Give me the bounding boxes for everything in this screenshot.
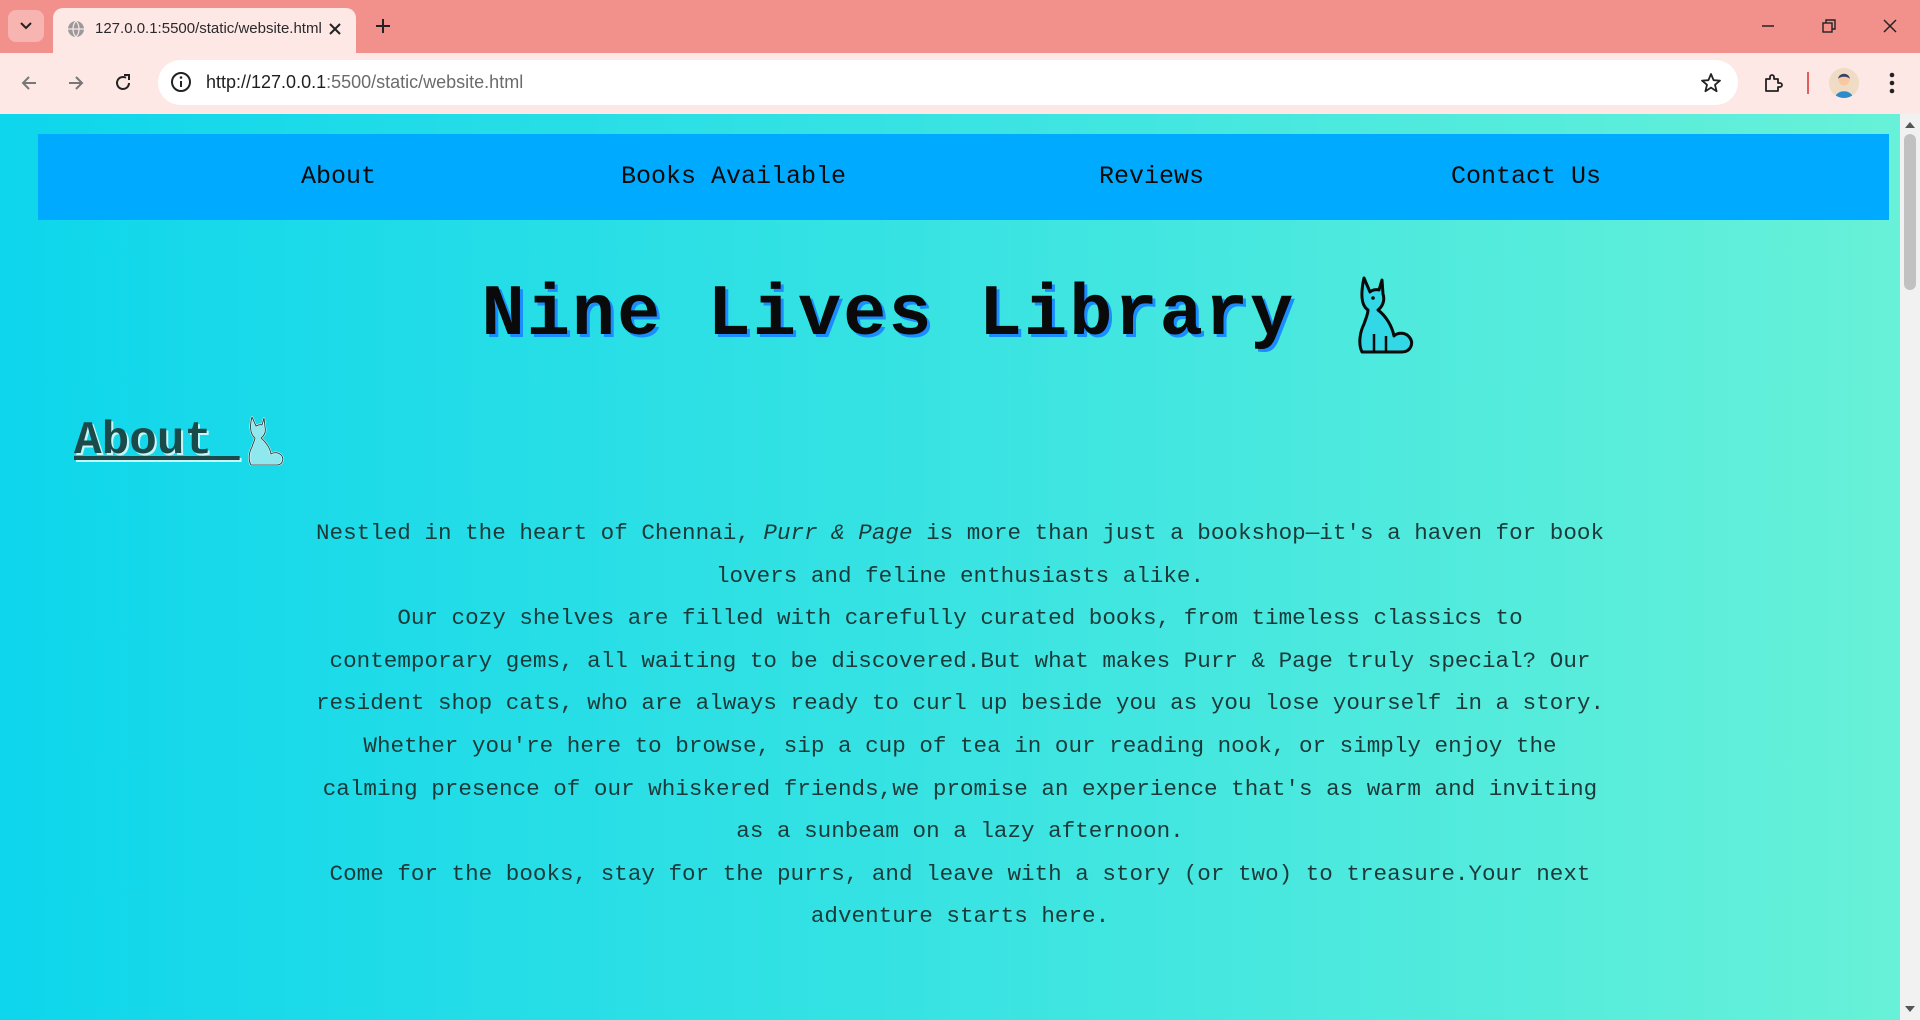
about-paragraph-3: Whether you're here to browse, sip a cup… xyxy=(322,732,1598,845)
minimize-icon xyxy=(1762,25,1774,27)
url-path: :5500/static/website.html xyxy=(326,72,524,92)
chevron-down-icon xyxy=(20,22,32,30)
page-viewport: About Books Available Reviews Contact Us… xyxy=(0,114,1900,1020)
restore-icon xyxy=(1822,19,1836,33)
puzzle-icon xyxy=(1765,74,1783,92)
about-heading-text: About xyxy=(74,415,213,468)
tab-search-button[interactable] xyxy=(8,10,44,42)
toolbar-divider xyxy=(1807,72,1809,94)
browser-menu-button[interactable] xyxy=(1874,65,1910,101)
scroll-up-arrow-icon[interactable] xyxy=(1904,118,1916,130)
close-window-button[interactable] xyxy=(1868,10,1912,42)
address-bar[interactable]: http://127.0.0.1:5500/static/website.htm… xyxy=(158,60,1738,105)
minimize-button[interactable] xyxy=(1746,10,1790,42)
globe-icon xyxy=(67,20,85,38)
bookmark-star-icon[interactable] xyxy=(1698,70,1724,96)
nav-link-books-available[interactable]: Books Available xyxy=(621,162,846,191)
close-tab-icon[interactable] xyxy=(326,20,344,38)
cat-icon xyxy=(247,416,284,466)
url-text[interactable]: http://127.0.0.1:5500/static/website.htm… xyxy=(206,72,523,93)
kebab-menu-icon xyxy=(1889,72,1895,94)
site-navigation: About Books Available Reviews Contact Us xyxy=(38,134,1889,220)
browser-tab-bar: 127.0.0.1:5500/static/website.html xyxy=(0,0,1920,53)
profile-avatar[interactable] xyxy=(1829,68,1859,98)
restore-button[interactable] xyxy=(1807,10,1851,42)
plus-icon xyxy=(376,19,390,33)
about-heading: About xyxy=(74,414,288,468)
new-tab-button[interactable] xyxy=(370,13,396,39)
site-info-icon[interactable] xyxy=(168,69,194,95)
url-host: http://127.0.0.1 xyxy=(206,72,327,92)
back-button[interactable] xyxy=(11,65,47,101)
about-paragraph-1: Nestled in the heart of Chennai, Purr & … xyxy=(310,512,1610,597)
nav-link-reviews[interactable]: Reviews xyxy=(1099,162,1204,191)
about-description: Nestled in the heart of Chennai, Purr & … xyxy=(310,512,1610,938)
reload-icon xyxy=(116,74,130,90)
about-p1-start: Nestled in the heart of Chennai, xyxy=(315,520,764,546)
page-title-text: Nine Lives Library xyxy=(481,274,1296,357)
close-icon xyxy=(1883,19,1897,33)
browser-tab[interactable]: 127.0.0.1:5500/static/website.html xyxy=(53,8,356,53)
extensions-button[interactable] xyxy=(1756,65,1792,101)
tab-title: 127.0.0.1:5500/static/website.html xyxy=(95,20,322,37)
forward-button[interactable] xyxy=(58,65,94,101)
cat-icon xyxy=(1358,276,1414,354)
arrow-left-icon xyxy=(21,76,36,90)
page-title: Nine Lives Library xyxy=(0,274,1900,356)
avatar-icon xyxy=(1829,68,1859,98)
nav-link-contact-us[interactable]: Contact Us xyxy=(1451,162,1601,191)
about-paragraph-4: Come for the books, stay for the purrs, … xyxy=(329,860,1591,930)
browser-toolbar: http://127.0.0.1:5500/static/website.htm… xyxy=(0,53,1920,114)
arrow-right-icon xyxy=(69,76,84,90)
reload-button[interactable] xyxy=(105,65,141,101)
scroll-down-arrow-icon[interactable] xyxy=(1904,1004,1916,1016)
shop-name-emphasis: Purr & Page xyxy=(763,520,913,546)
scrollbar-thumb[interactable] xyxy=(1904,134,1916,290)
about-paragraph-2: Our cozy shelves are filled with careful… xyxy=(315,605,1605,717)
nav-link-about[interactable]: About xyxy=(301,162,376,191)
page-scrollbar[interactable] xyxy=(1900,114,1920,1020)
